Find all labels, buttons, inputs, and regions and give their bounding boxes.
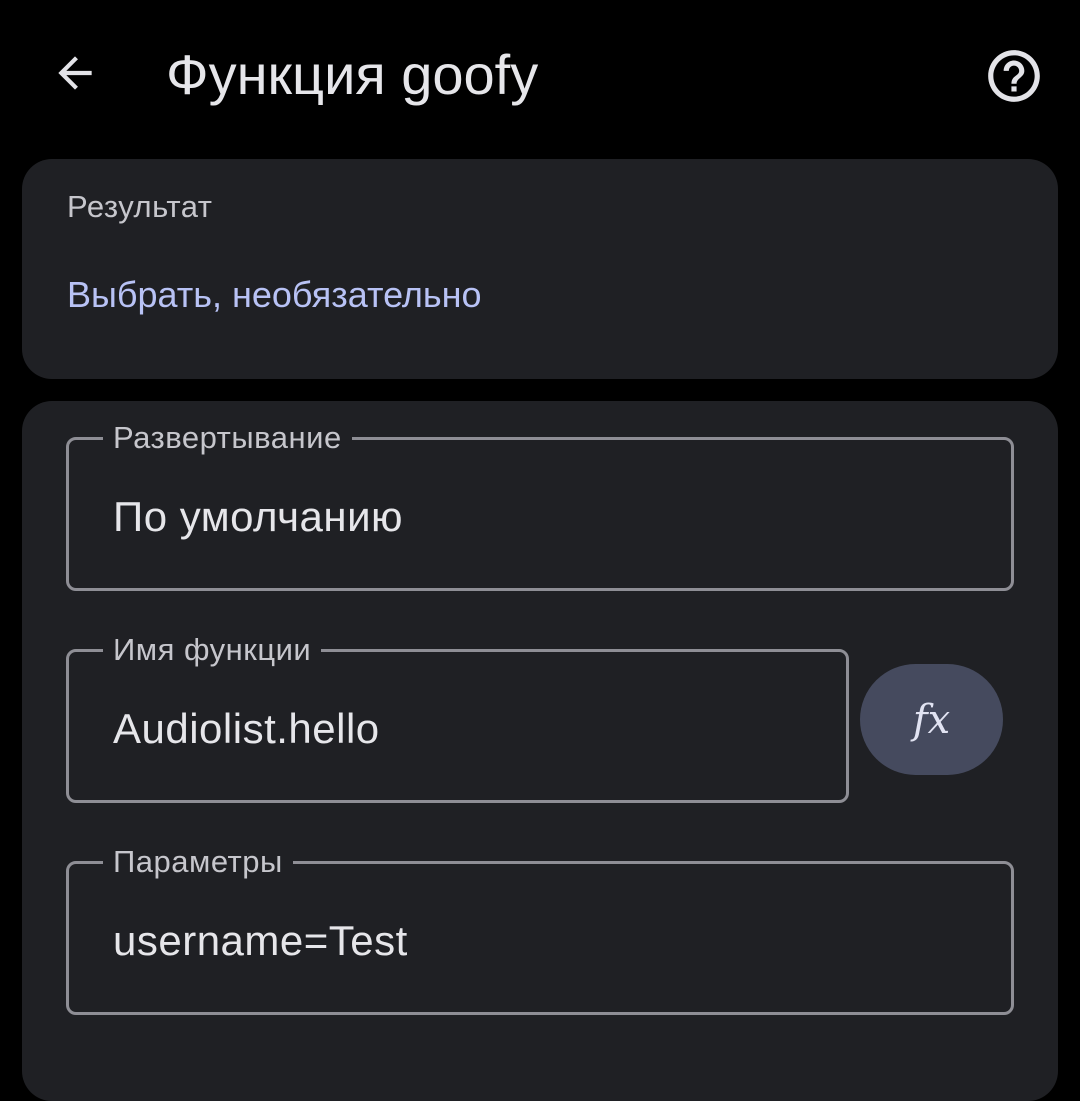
function-name-value: Audiolist.hello: [113, 705, 380, 752]
help-button[interactable]: [978, 40, 1050, 112]
arrow-back-icon: [58, 56, 92, 90]
result-label: Результат: [67, 189, 213, 224]
deploy-field-label: Развертывание: [103, 418, 352, 458]
fx-icon: fx: [912, 696, 951, 743]
params-field[interactable]: Параметры username=Test: [66, 842, 1014, 1015]
function-form-card: Развертывание По умолчанию Имя функции A…: [22, 401, 1058, 1101]
help-circle-icon: [988, 50, 1040, 102]
back-button[interactable]: [40, 38, 110, 108]
deploy-field[interactable]: Развертывание По умолчанию: [66, 418, 1014, 591]
function-name-field[interactable]: Имя функции Audiolist.hello: [66, 630, 849, 803]
function-name-label: Имя функции: [103, 630, 322, 670]
top-app-bar: Функция goofy: [0, 0, 1080, 150]
params-field-value: username=Test: [113, 917, 408, 964]
deploy-field-value: По умолчанию: [113, 493, 404, 540]
page-title: Функция goofy: [166, 43, 539, 106]
result-card: Результат Выбрать, необязательно: [22, 159, 1058, 379]
select-result-link[interactable]: Выбрать, необязательно: [67, 273, 482, 317]
params-field-label: Параметры: [103, 842, 293, 882]
fx-button[interactable]: fx: [860, 664, 1003, 775]
